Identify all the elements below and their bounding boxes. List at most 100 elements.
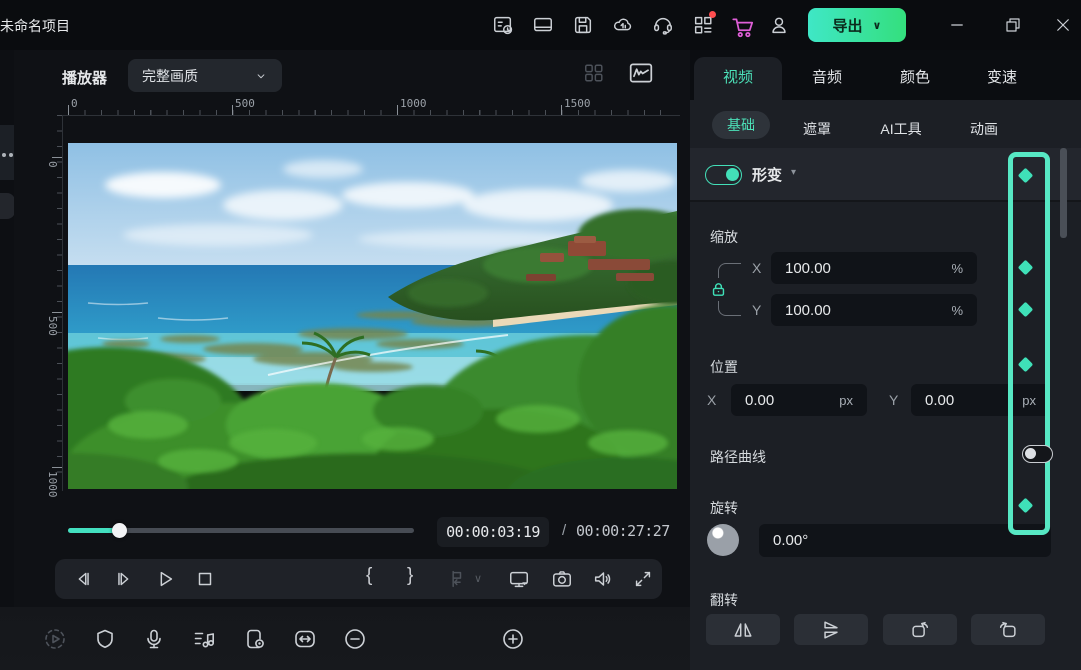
subtab-basic[interactable]: 基础 [712, 111, 770, 139]
total-time: 00:00:27:27 [576, 522, 670, 540]
lock-icon[interactable] [710, 281, 727, 298]
scale-x-label: X [752, 260, 761, 276]
ruler-h-label: 1500 [564, 97, 591, 110]
ruler-h-minor-ticks [68, 110, 668, 115]
more-icon-dot [9, 153, 13, 157]
scale-x-value: 100.00 [785, 260, 831, 277]
keyframe-scale-x-button[interactable] [1018, 260, 1034, 276]
flip-vertical-icon [820, 619, 842, 641]
video-preview[interactable] [68, 143, 677, 489]
support-headset-icon[interactable] [652, 14, 674, 36]
keyframe-rotate-button[interactable] [1018, 498, 1034, 514]
close-button[interactable] [1054, 16, 1072, 34]
shopping-cart-icon[interactable] [730, 14, 756, 36]
export-chevron-icon: ∨ [873, 19, 882, 32]
stop-icon[interactable] [194, 568, 216, 590]
ruler-v-tick [52, 467, 62, 468]
subtab-animation[interactable]: 动画 [944, 119, 1024, 139]
position-label: 位置 [710, 357, 738, 377]
ruler-v-label: 0 [46, 161, 59, 168]
ruler-v-label: 500 [46, 316, 59, 336]
marker-chevron-icon[interactable]: ∨ [474, 572, 482, 585]
path-curve-toggle[interactable] [1022, 445, 1053, 463]
restore-button[interactable] [1004, 16, 1022, 34]
panel-scrollbar-thumb[interactable] [1060, 148, 1067, 238]
position-y-input[interactable]: 0.00 px [911, 384, 1050, 416]
subtab-ai-tools[interactable]: AI工具 [861, 119, 941, 139]
cloud-upload-icon[interactable] [612, 14, 634, 36]
more-icon[interactable] [2, 153, 6, 157]
shield-icon[interactable] [93, 627, 117, 651]
tab-audio[interactable]: 音频 [787, 66, 867, 87]
tab-color[interactable]: 颜色 [875, 66, 955, 87]
rotate-ccw-button[interactable] [971, 614, 1045, 645]
beach-scene [68, 143, 677, 489]
split-screen-icon[interactable] [583, 62, 605, 84]
screen-record-icon[interactable] [243, 627, 267, 651]
scale-x-unit: % [951, 261, 963, 276]
media-panel-header-edge [0, 125, 14, 180]
next-frame-icon[interactable] [113, 568, 135, 590]
transform-toggle[interactable] [705, 165, 742, 185]
presenter-screen-icon[interactable] [532, 14, 554, 36]
save-icon[interactable] [572, 14, 594, 36]
rotate-label: 旋转 [710, 498, 738, 518]
mark-out-icon[interactable]: } [407, 565, 413, 587]
position-y-unit: px [1022, 393, 1036, 408]
account-icon[interactable] [768, 14, 790, 36]
previous-frame-icon[interactable] [72, 568, 94, 590]
rotate-cw-button[interactable] [883, 614, 957, 645]
titlebar: 未命名项目 导出 ∨ [0, 0, 1081, 50]
player-panel: 播放器 完整画质 0 500 1000 1500 0 [14, 50, 690, 607]
zoom-out-icon[interactable] [343, 627, 367, 651]
tab-speed[interactable]: 变速 [962, 66, 1042, 87]
keyframe-scale-y-button[interactable] [1018, 302, 1034, 318]
rotate-ccw-icon [997, 619, 1019, 641]
media-panel-edge [0, 50, 14, 607]
mark-in-icon[interactable]: { [366, 565, 372, 587]
rotate-dial[interactable] [707, 524, 739, 556]
auto-fit-icon[interactable] [293, 627, 317, 651]
quality-select[interactable]: 完整画质 [128, 59, 282, 92]
marker-icon[interactable] [444, 568, 466, 590]
project-versions-icon[interactable] [492, 14, 514, 36]
scale-link-bracket-top [718, 263, 741, 278]
record-voiceover-icon[interactable] [142, 627, 166, 651]
zoom-in-icon[interactable] [501, 627, 525, 651]
scale-y-input[interactable]: 100.00 % [771, 294, 977, 326]
scopes-icon[interactable] [628, 60, 654, 86]
position-y-value: 0.00 [925, 392, 954, 409]
project-title: 未命名项目 [0, 16, 70, 36]
tab-video[interactable]: 视频 [698, 66, 778, 87]
transform-collapse-icon[interactable]: ▾ [791, 167, 796, 178]
play-icon[interactable] [154, 568, 176, 590]
display-icon[interactable] [508, 568, 530, 590]
current-time[interactable]: 00:00:03:19 [437, 517, 549, 547]
export-button[interactable]: 导出 ∨ [808, 8, 906, 42]
scale-x-input[interactable]: 100.00 % [771, 252, 977, 284]
render-preview-icon[interactable] [43, 627, 67, 651]
rotate-cw-icon [909, 619, 931, 641]
app-window: 未命名项目 导出 ∨ [0, 0, 1081, 670]
ruler-h-label: 500 [235, 97, 255, 110]
keyframe-column-highlight [1008, 152, 1050, 535]
rotate-input[interactable]: 0.00° [759, 524, 1051, 557]
transform-label: 形变 [752, 164, 782, 185]
ruler-h-tick [561, 105, 562, 115]
position-y-label: Y [889, 392, 898, 408]
scale-y-value: 100.00 [785, 302, 831, 319]
beat-detection-icon[interactable] [192, 627, 216, 651]
fullscreen-icon[interactable] [632, 568, 654, 590]
snapshot-icon[interactable] [551, 568, 573, 590]
position-x-input[interactable]: 0.00 px [731, 384, 867, 416]
flip-vertical-button[interactable] [794, 614, 868, 645]
apps-grid-icon[interactable] [692, 14, 714, 36]
minimize-button[interactable] [948, 16, 966, 34]
mute-icon[interactable] [592, 568, 614, 590]
keyframe-position-button[interactable] [1018, 357, 1034, 373]
export-label: 导出 [833, 15, 863, 36]
ruler-v-label: 1000 [46, 471, 59, 498]
seekbar-thumb[interactable] [112, 523, 127, 538]
flip-horizontal-button[interactable] [706, 614, 780, 645]
subtab-mask[interactable]: 遮罩 [777, 119, 857, 139]
